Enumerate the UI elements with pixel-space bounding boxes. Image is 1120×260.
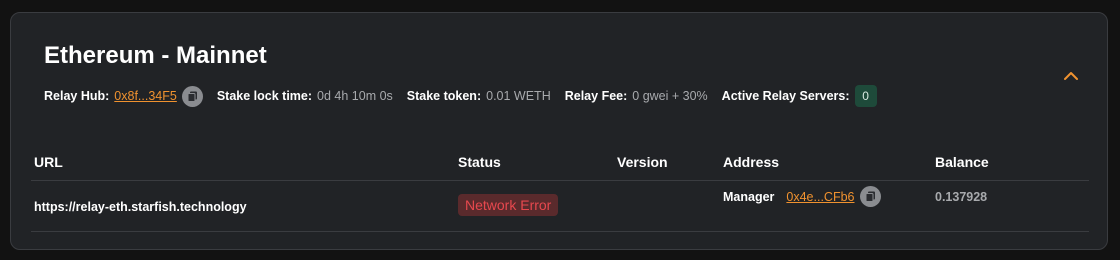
column-header-url: URL <box>34 154 63 170</box>
active-servers-count-badge: 0 <box>854 85 877 107</box>
relay-hub: Relay Hub: 0x8f...34F5 <box>44 85 203 107</box>
relay-hub-label: Relay Hub: <box>44 89 110 103</box>
column-header-address: Address <box>723 154 780 170</box>
balance-value: 0.137928 <box>935 190 988 204</box>
column-header-version: Version <box>617 154 668 170</box>
active-relay-servers: Active Relay Servers: 0 <box>722 85 877 107</box>
address-cell: Manager 0x4e...CFb6 <box>723 186 881 207</box>
relay-fee-label: Relay Fee: <box>564 89 628 103</box>
stake-lock-time: Stake lock time: 0d 4h 10m 0s <box>217 89 393 103</box>
chevron-up-icon <box>1064 71 1078 80</box>
stake-token-value: 0.01 WETH <box>486 89 551 103</box>
relay-fee-value: 0 gwei + 30% <box>632 89 708 103</box>
copy-icon <box>187 91 197 102</box>
collapse-button[interactable] <box>1061 65 1081 85</box>
relay-hub-address-link[interactable]: 0x8f...34F5 <box>114 89 177 103</box>
network-title: Ethereum - Mainnet <box>44 42 267 69</box>
network-card: Ethereum - Mainnet Relay Hub: 0x8f...34F… <box>10 12 1108 250</box>
stake-token: Stake token: 0.01 WETH <box>407 89 551 103</box>
copy-icon <box>865 191 875 202</box>
network-meta: Relay Hub: 0x8f...34F5 Stake lock time: … <box>44 84 891 108</box>
manager-address-link[interactable]: 0x4e...CFb6 <box>786 190 854 204</box>
column-header-balance: Balance <box>935 154 989 170</box>
row-divider <box>31 231 1089 232</box>
relay-url: https://relay-eth.starfish.technology <box>34 200 247 214</box>
stake-token-label: Stake token: <box>406 89 482 103</box>
relay-fee: Relay Fee: 0 gwei + 30% <box>565 89 708 103</box>
status-badge: Network Error <box>458 194 559 216</box>
status-cell: Network Error <box>458 194 559 216</box>
address-role-label: Manager <box>723 189 775 204</box>
stake-lock-value: 0d 4h 10m 0s <box>317 89 393 103</box>
column-header-status: Status <box>458 154 501 170</box>
header-divider <box>31 180 1089 181</box>
copy-relay-hub-button[interactable] <box>181 85 203 107</box>
stake-lock-label: Stake lock time: <box>216 89 313 103</box>
active-servers-label: Active Relay Servers: <box>721 89 850 103</box>
copy-manager-address-button[interactable] <box>859 186 881 207</box>
